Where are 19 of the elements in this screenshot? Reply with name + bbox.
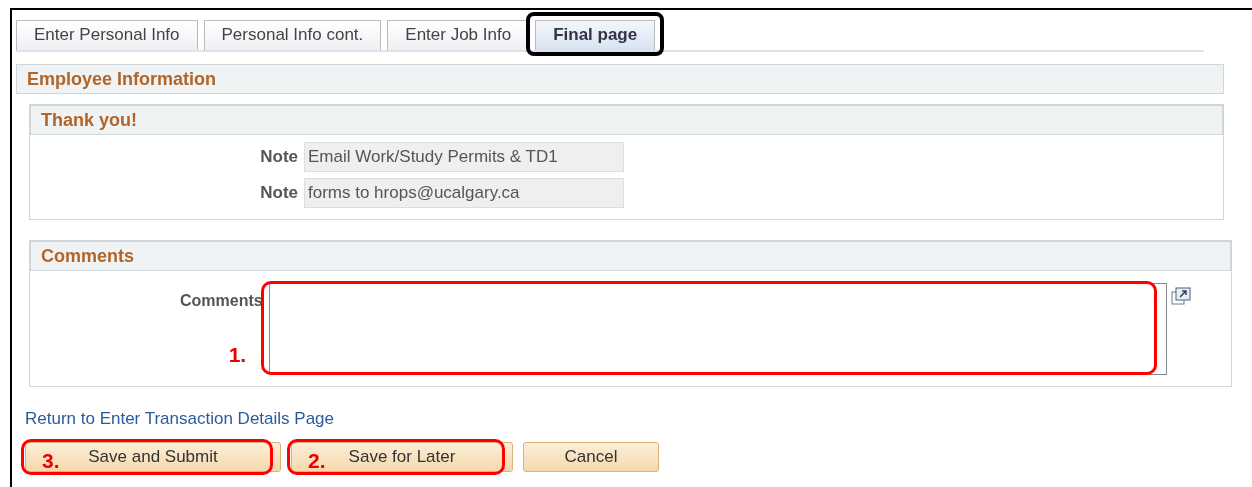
- expand-icon[interactable]: [1170, 287, 1191, 305]
- action-button[interactable]: 2. Save for Later: [291, 441, 513, 472]
- readonly-field: forms to hrops@ucalgary.ca: [304, 178, 624, 208]
- section-header: Thank you!: [30, 105, 1223, 135]
- readonly-field: Email Work/Study Permits & TD1: [304, 142, 624, 172]
- tab[interactable]: Personal Info cont.: [203, 20, 382, 50]
- field-label: Note: [259, 182, 298, 205]
- action-button[interactable]: 3. Save and Submit: [25, 441, 281, 472]
- tab[interactable]: Enter Personal Info: [16, 20, 198, 50]
- field-label: Comments: [180, 291, 263, 311]
- step-number: 2.: [308, 447, 326, 474]
- field-label: Note: [259, 146, 298, 169]
- step-number: 3.: [42, 447, 60, 474]
- panel-header: Employee Information: [16, 64, 1224, 94]
- return-link[interactable]: Return to Enter Transaction Details Page: [25, 409, 334, 429]
- action-button[interactable]: Cancel: [523, 441, 659, 472]
- section-header: Comments: [30, 241, 1231, 271]
- step-number: 1.: [228, 342, 247, 368]
- tab[interactable]: Final page: [535, 20, 656, 50]
